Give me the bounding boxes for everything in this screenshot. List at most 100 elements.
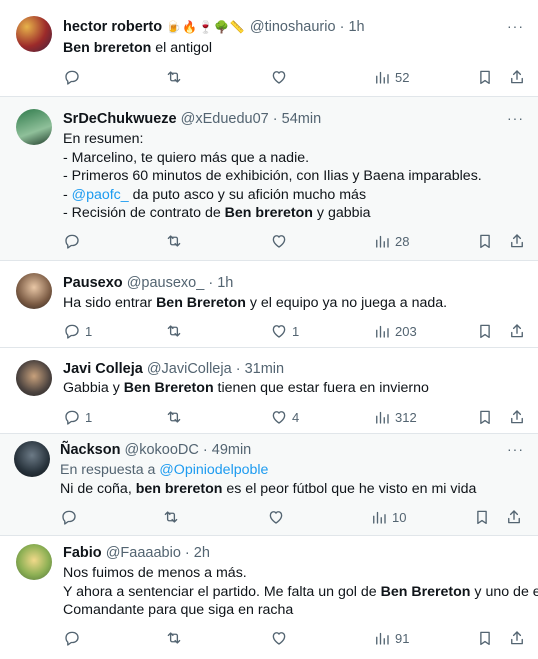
avatar[interactable] [16,544,52,580]
separator: · [272,111,278,127]
reply-button[interactable]: 1 [63,406,92,428]
reply-to-user-link[interactable]: @Opiniodelpoble [159,462,268,478]
like-button[interactable]: 4 [270,406,299,428]
reply-button[interactable] [60,506,78,528]
author-name[interactable]: Pausexo [63,275,123,291]
views-button[interactable]: 91 [373,627,409,649]
tweet[interactable]: Javi Colleja @JaviColleja · 31min Gabbia… [0,348,538,434]
author-name[interactable]: Javi Colleja [63,361,143,377]
retweet-button[interactable] [165,66,183,88]
text-segment: Ni de coña, [60,480,136,497]
share-button[interactable] [508,627,526,649]
share-button[interactable] [508,406,526,428]
share-button[interactable] [508,230,526,252]
retweet-button[interactable] [165,627,183,649]
like-icon [272,411,286,424]
bookmark-button[interactable] [473,506,491,528]
like-button[interactable] [270,627,288,649]
text-segment: - Marcelino, te quiero más que a nadie. [63,149,310,166]
bookmark-button[interactable] [476,66,494,88]
tweet-time[interactable]: 31min [245,361,285,377]
author-name[interactable]: Ñackson [60,442,120,458]
reply-button[interactable] [63,627,81,649]
retweet-button[interactable] [165,230,183,252]
views-button[interactable]: 312 [373,406,417,428]
share-button[interactable] [508,320,526,342]
views-icon [376,325,389,338]
mention-link[interactable]: @paofc_ [72,187,129,203]
views-icon [376,632,389,645]
author-handle[interactable]: @tinoshaurio [250,19,336,35]
views-button[interactable]: 10 [370,506,406,528]
views-button[interactable]: 52 [373,66,409,88]
action-bar: 1 1 203 [0,320,538,342]
more-options-icon[interactable]: ··· [507,110,524,126]
share-button[interactable] [508,66,526,88]
views-count: 91 [395,630,410,646]
views-icon [376,71,389,84]
reply-count: 1 [85,323,93,339]
text-segment: - [63,186,72,203]
retweet-icon [164,511,178,523]
author-handle[interactable]: @pausexo_ [127,275,205,291]
avatar[interactable] [16,109,52,145]
tweet[interactable]: Fabio @Faaaabio · 2h Nos fuimos de menos… [0,536,538,659]
tweet-text: En respuesta a @Opiniodelpoble Ni de coñ… [60,461,476,498]
text-segment: Ha sido entrar [63,295,157,311]
author-name[interactable]: Fabio [63,545,102,561]
tweet-time[interactable]: 1h [217,275,233,291]
tweet[interactable]: Ñackson @kokooDC · 49min ··· En respuest… [0,434,538,536]
reply-button[interactable]: 1 [63,320,92,342]
separator: · [339,19,345,35]
like-button[interactable] [267,506,285,528]
highlighted-term: Ben brereton [63,40,152,56]
bookmark-button[interactable] [476,627,494,649]
tweet[interactable]: SrDeChukwueze @xEduedu07 · 54min ··· En … [0,97,538,261]
reply-icon [65,410,79,425]
share-icon [511,324,523,338]
avatar[interactable] [16,16,52,52]
bookmark-button[interactable] [476,406,494,428]
text-segment: En resumen: [63,131,144,147]
bookmark-button[interactable] [476,320,494,342]
avatar[interactable] [14,441,50,477]
more-options-icon[interactable]: ··· [507,441,524,457]
author-handle[interactable]: @kokooDC [124,442,198,458]
author-name[interactable]: SrDeChukwueze [63,111,177,127]
tweet-time[interactable]: 2h [194,545,210,561]
like-button[interactable]: 1 [270,320,299,342]
retweet-button[interactable] [165,320,183,342]
tweet-text: Gabbia y Ben Brereton tienen que estar f… [63,379,429,398]
like-icon [272,71,286,84]
tweet-time[interactable]: 54min [282,111,322,127]
author-name[interactable]: hector roberto [63,19,162,35]
tweet-line: - Primeros 60 minutos de exhibición, con… [63,167,482,186]
highlighted-term: ben brereton [135,480,223,497]
like-button[interactable] [270,66,288,88]
author-handle[interactable]: @JaviColleja [147,361,232,377]
tweet[interactable]: Pausexo @pausexo_ · 1h Ha sido entrar Be… [0,261,538,348]
like-count: 1 [292,323,300,339]
text-segment: Nos fuimos de menos a más. [63,565,247,581]
views-button[interactable]: 28 [373,230,409,252]
avatar[interactable] [16,360,52,396]
tweet-time[interactable]: 1h [348,19,364,35]
like-icon [272,325,286,338]
retweet-button[interactable] [162,506,180,528]
tweet[interactable]: hector roberto 🍺🔥🍷🌳📏 @tinoshaurio · 1h ·… [0,0,538,97]
views-button[interactable]: 203 [373,320,417,342]
more-options-icon[interactable]: ··· [507,18,524,34]
like-button[interactable] [270,230,288,252]
reply-button[interactable] [63,230,81,252]
tweet-time[interactable]: 49min [212,442,252,458]
author-handle[interactable]: @xEduedu07 [181,111,269,127]
bookmark-button[interactable] [476,230,494,252]
author-handle[interactable]: @Faaaabio [106,545,181,561]
retweet-button[interactable] [165,406,183,428]
avatar[interactable] [16,273,52,309]
tweet-line: En resumen: [63,130,482,149]
share-button[interactable] [505,506,523,528]
reply-button[interactable] [63,66,81,88]
reply-icon [62,510,76,525]
views-icon [376,235,389,248]
